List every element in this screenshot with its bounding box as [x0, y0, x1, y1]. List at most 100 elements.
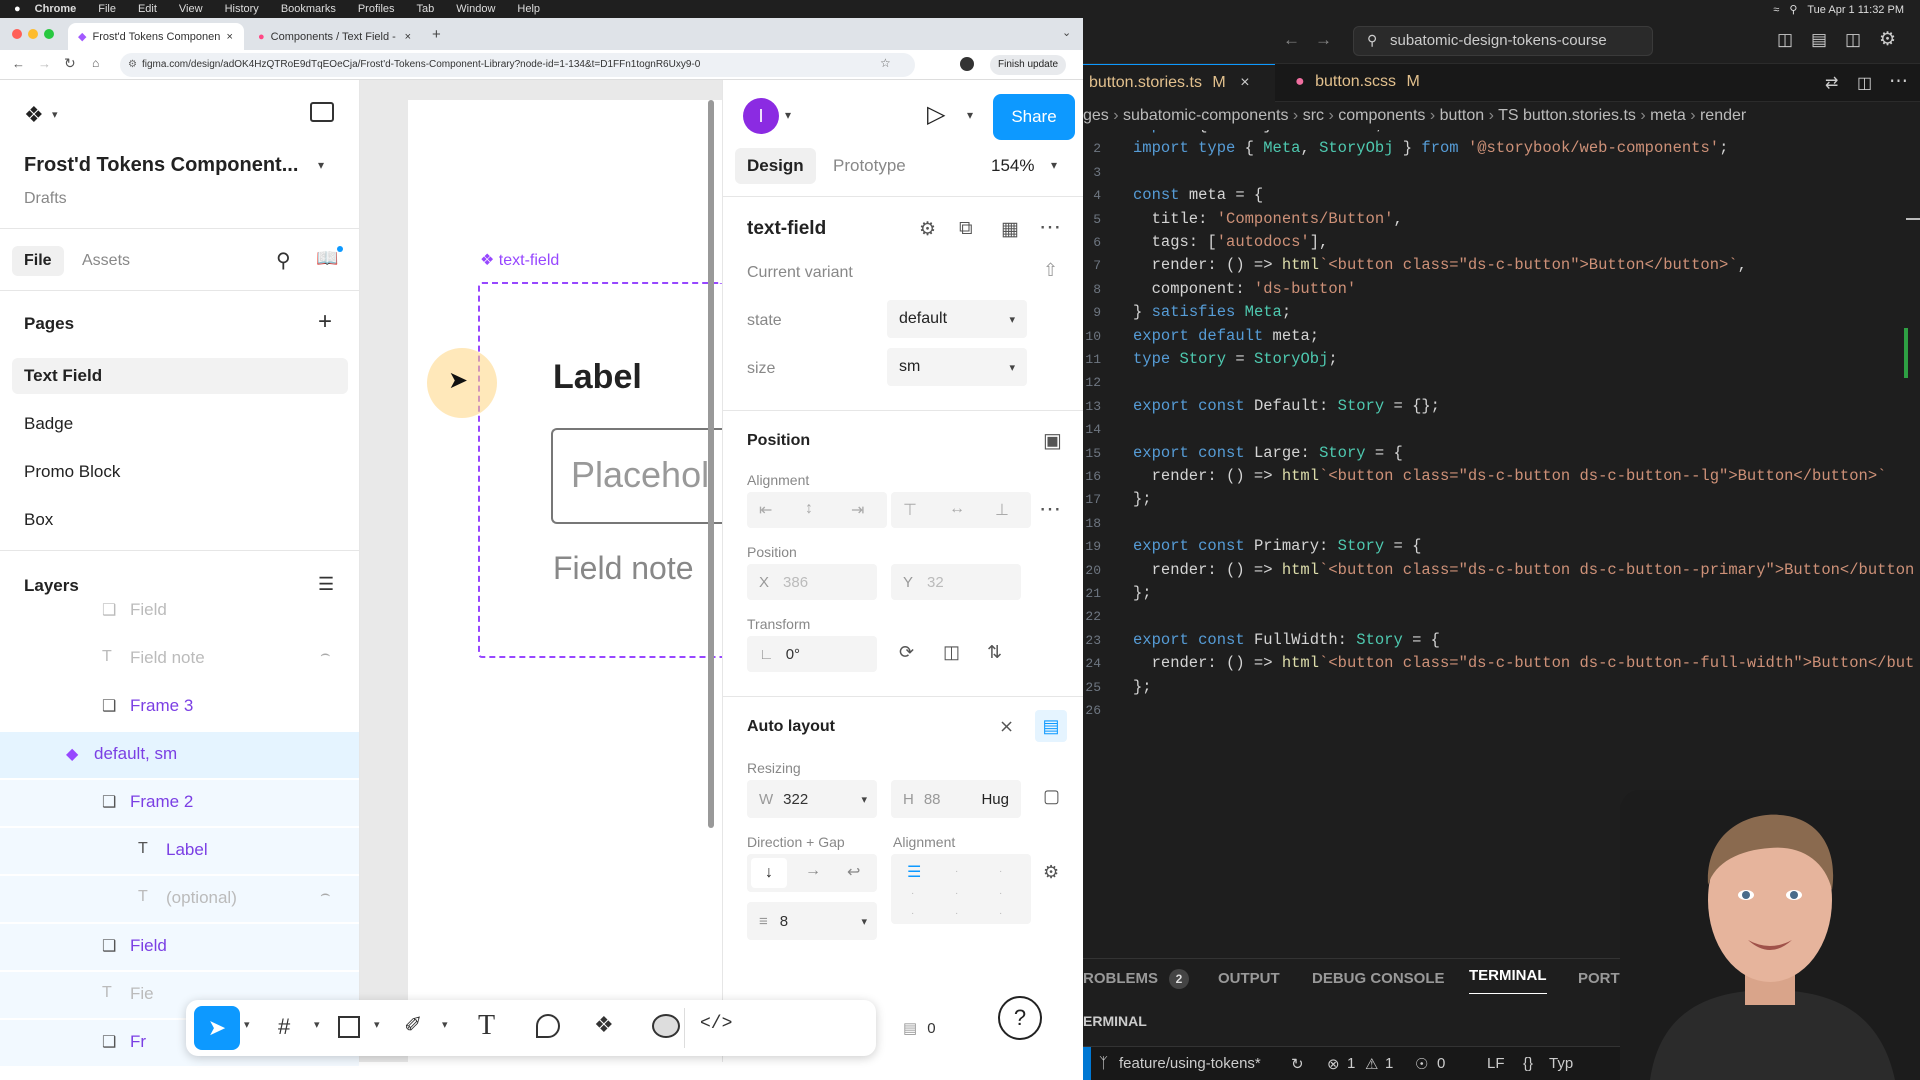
search-icon[interactable]: ⚲ — [276, 248, 291, 273]
padding-input[interactable]: ▤ 0 — [891, 1010, 981, 1046]
move-tool-icon[interactable]: ➤ — [194, 1006, 240, 1050]
close-tab-icon[interactable]: × — [405, 31, 411, 43]
tab-output[interactable]: OUTPUT — [1218, 959, 1280, 999]
editor-tab-button-scss[interactable]: ● button.scss M — [1281, 64, 1441, 102]
alignment-grid[interactable]: ☰ · · · · · · · · — [891, 854, 1031, 924]
pen-tool-icon[interactable]: ✐ — [404, 1012, 422, 1038]
layout-settings-icon[interactable]: ⚙ — [1043, 862, 1059, 883]
grid-icon[interactable]: ▦ — [1001, 218, 1019, 241]
menu-tab[interactable]: Tab — [417, 3, 435, 15]
editor-tab-button-stories[interactable]: button.stories.ts M × — [1083, 64, 1275, 102]
menu-window[interactable]: Window — [456, 3, 495, 15]
rotate-90-icon[interactable]: ⟳ — [899, 642, 914, 663]
layer-item[interactable]: T (optional) ⌢ — [0, 876, 359, 922]
minimap-slider[interactable] — [1906, 218, 1920, 278]
canvas-scrollbar[interactable] — [708, 100, 714, 828]
actions-tool-icon[interactable] — [652, 1014, 680, 1038]
go-to-main-component-icon[interactable]: ⇧ — [1043, 260, 1058, 281]
code-line[interactable]: import type { Meta, StoryObj } from '@st… — [1133, 139, 1728, 157]
frame-tool-icon[interactable]: # — [278, 1014, 290, 1040]
tab-search-icon[interactable]: ⌄ — [1062, 26, 1071, 39]
tab-file[interactable]: File — [12, 246, 64, 276]
breadcrumb-item[interactable]: TS button.stories.ts — [1498, 107, 1636, 124]
zoom-chevron-icon[interactable]: ▾ — [1051, 158, 1057, 172]
code-line[interactable]: title: 'Components/Button', — [1133, 210, 1403, 228]
canvas-input-field[interactable]: Placehol — [551, 428, 722, 524]
language-mode[interactable]: Typ — [1549, 1055, 1573, 1072]
chevron-down-icon[interactable]: ▾ — [244, 1018, 250, 1031]
layer-item[interactable]: ❑ Frame 2 — [0, 780, 359, 826]
back-icon[interactable]: ← — [1283, 30, 1300, 50]
code-line[interactable]: render: () => html`<button class="ds-c-b… — [1133, 256, 1747, 274]
home-icon[interactable]: ⌂ — [92, 56, 99, 70]
breadcrumb-item[interactable]: src — [1303, 107, 1324, 124]
component-name[interactable]: text-field — [747, 218, 826, 240]
profile-avatar[interactable] — [960, 57, 974, 71]
back-icon[interactable]: ← — [12, 56, 25, 71]
tab-terminal[interactable]: TERMINAL — [1469, 959, 1547, 994]
chevron-down-icon[interactable]: ▾ — [442, 1018, 448, 1031]
bookmark-star-icon[interactable]: ☆ — [880, 56, 891, 70]
toggle-sidebar-icon[interactable]: ◫ — [1777, 30, 1793, 50]
code-line[interactable]: export const Default: Story = {}; — [1133, 397, 1440, 415]
flip-vertical-icon[interactable]: ⇅ — [987, 642, 1002, 663]
gap-input[interactable]: ≡ 8 ▾ — [747, 902, 877, 940]
figma-canvas[interactable]: ❖ text-field Label Placehol Field note ➤ — [360, 80, 722, 1062]
code-line[interactable]: render: () => html`<button class="ds-c-b… — [1133, 654, 1915, 672]
layer-item[interactable]: T Field note ⌢ — [0, 636, 359, 682]
direction-horizontal-icon[interactable]: → — [805, 862, 821, 880]
layer-item[interactable]: ◆ default, sm — [0, 732, 359, 778]
code-line[interactable]: type Story = StoryObj; — [1133, 350, 1338, 368]
toggle-secondary-sidebar-icon[interactable]: ◫ — [1845, 30, 1861, 50]
code-line[interactable]: } satisfies Meta; — [1133, 303, 1291, 321]
code-line[interactable]: render: () => html`<button class="ds-c-b… — [1133, 467, 1887, 485]
code-line[interactable]: }; — [1133, 490, 1152, 508]
adjust-icon[interactable]: ⚙ — [919, 218, 936, 241]
rotation-input[interactable]: ∟ 0° — [747, 636, 877, 672]
remote-indicator[interactable] — [1083, 1047, 1091, 1080]
drafts-label[interactable]: Drafts — [24, 190, 67, 208]
url-input[interactable]: figma.com/design/adOK4HzQTRoE9dTqEOeCja/… — [120, 53, 915, 77]
align-right-icon[interactable]: ⇥ — [851, 500, 864, 520]
sidebar-toggle-icon[interactable] — [310, 102, 334, 122]
components-tool-icon[interactable]: ❖ — [594, 1012, 614, 1038]
chevron-down-icon[interactable]: ▾ — [314, 1018, 320, 1031]
apple-icon[interactable]: ● — [14, 3, 21, 15]
menu-profiles[interactable]: Profiles — [358, 3, 395, 15]
menu-bookmarks[interactable]: Bookmarks — [281, 3, 336, 15]
tab-prototype[interactable]: Prototype — [833, 156, 906, 176]
library-icon[interactable]: 📖 — [316, 248, 338, 269]
code-line[interactable]: }; — [1133, 584, 1152, 602]
canvas-field-note[interactable]: Field note — [553, 550, 694, 587]
customize-layout-icon[interactable]: ⚙ — [1879, 28, 1896, 51]
browser-tab-figma[interactable]: ◆ Frost'd Tokens Component L × — [68, 23, 244, 50]
width-input[interactable]: W 322 ▾ — [747, 780, 877, 818]
align-bottom-icon[interactable]: ⊥ — [995, 500, 1009, 520]
sync-icon[interactable]: ↻ — [1291, 1055, 1304, 1073]
height-input[interactable]: H 88 Hug — [891, 780, 1021, 818]
breadcrumb-item[interactable]: meta — [1650, 107, 1686, 124]
page-item-box[interactable]: Box — [24, 510, 53, 530]
code-line[interactable]: export default meta; — [1133, 327, 1319, 345]
hidden-eye-icon[interactable]: ⌢ — [320, 646, 331, 664]
layer-item[interactable]: ❑ Frame 3 — [0, 684, 359, 730]
minimize-window-button[interactable] — [28, 29, 38, 39]
menu-help[interactable]: Help — [517, 3, 540, 15]
tab-assets[interactable]: Assets — [82, 252, 130, 270]
finish-update-button[interactable]: Finish update — [990, 55, 1067, 75]
prop-size-select[interactable]: sm ▾ — [887, 348, 1027, 386]
site-info-icon[interactable]: ⚙ — [128, 59, 137, 70]
maximize-window-button[interactable] — [44, 29, 54, 39]
more-actions-icon[interactable]: ⋯ — [1889, 70, 1908, 93]
align-left-icon[interactable]: ⇤ — [759, 500, 772, 520]
canvas-label[interactable]: Label — [553, 358, 642, 397]
breadcrumb-item[interactable]: button — [1440, 107, 1484, 124]
menu-edit[interactable]: Edit — [138, 3, 157, 15]
close-tab-icon[interactable]: × — [226, 31, 232, 43]
y-input[interactable]: Y 32 — [891, 564, 1021, 600]
present-play-icon[interactable]: ▷ — [927, 100, 945, 129]
code-line[interactable]: tags: ['autodocs'], — [1133, 233, 1329, 251]
breadcrumb-item[interactable]: ges — [1083, 107, 1109, 124]
auto-layout-settings-icon[interactable]: ▤ — [1035, 710, 1067, 742]
comment-tool-icon[interactable] — [536, 1014, 560, 1038]
